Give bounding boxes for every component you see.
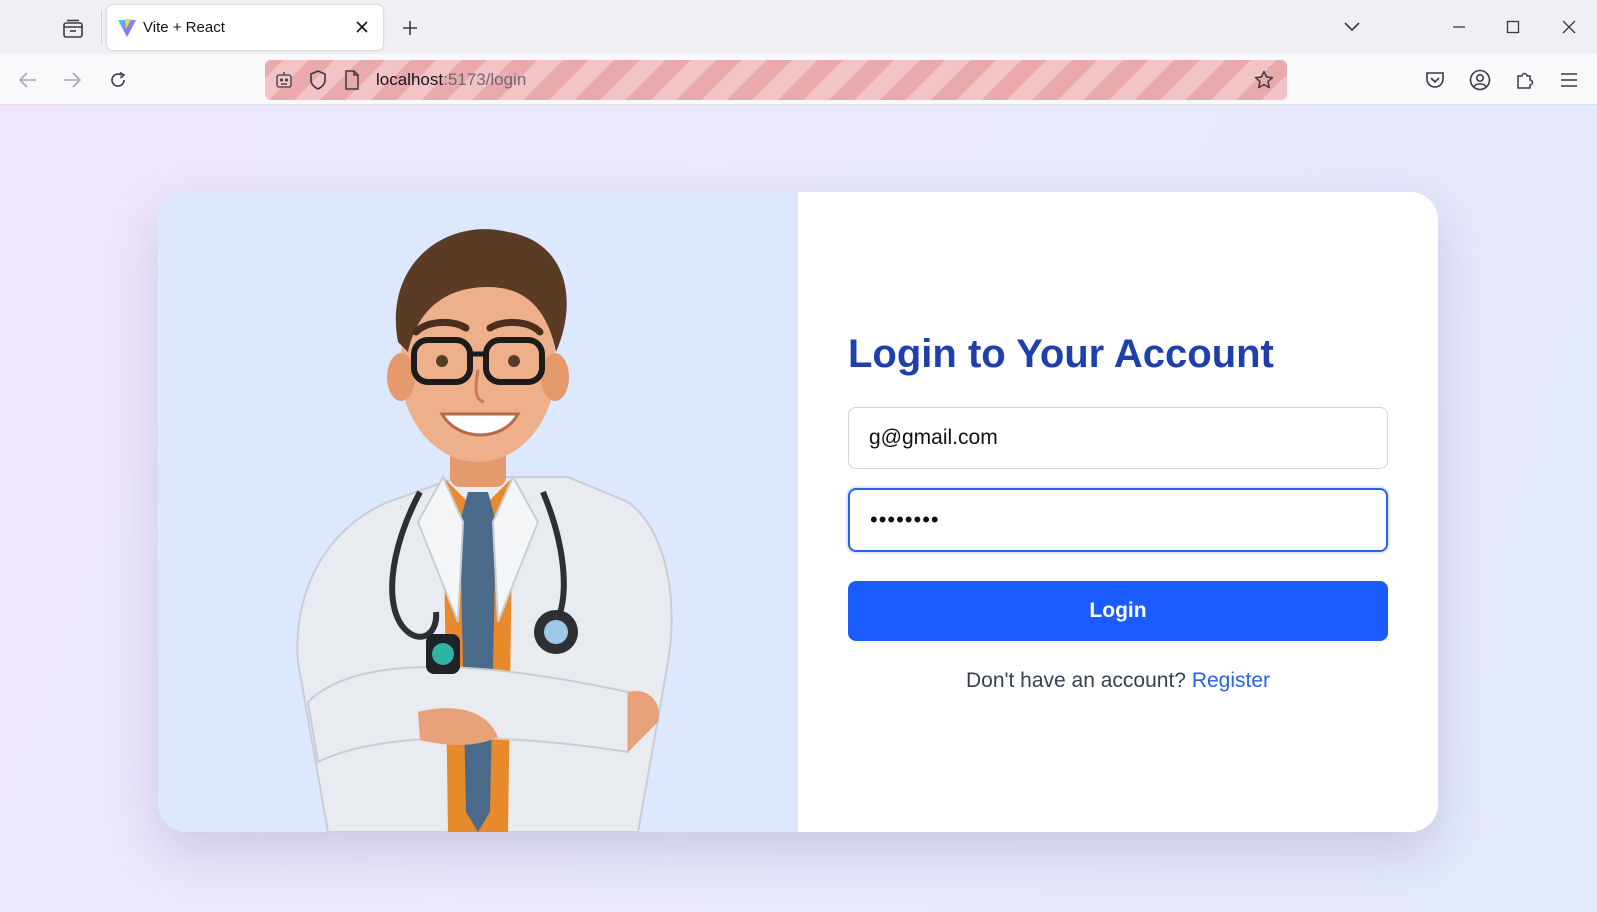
- shield-icon[interactable]: [307, 69, 329, 91]
- doctor-illustration: [296, 229, 673, 832]
- tab-strip-divider: [101, 10, 102, 44]
- doctor-illustration-panel: [158, 192, 798, 832]
- forward-arrow-icon[interactable]: [56, 64, 88, 96]
- register-prompt-text: Don't have an account?: [965, 669, 1186, 692]
- browser-nav-bar: localhost:5173/login: [0, 54, 1597, 105]
- chevron-down-icon[interactable]: [1335, 10, 1369, 44]
- email-field[interactable]: [848, 407, 1388, 469]
- browser-tab-active[interactable]: Vite + React: [107, 5, 383, 50]
- vite-logo-icon: [117, 18, 137, 38]
- tab-title: Vite + React: [143, 19, 225, 36]
- url-text[interactable]: localhost:5173/login: [376, 70, 526, 90]
- register-link[interactable]: Register: [1192, 669, 1270, 692]
- window-close-icon[interactable]: [1552, 10, 1586, 44]
- login-button[interactable]: Login: [848, 581, 1388, 641]
- pocket-icon[interactable]: [1419, 64, 1451, 96]
- minimize-icon[interactable]: [1442, 10, 1476, 44]
- account-icon[interactable]: [1464, 64, 1496, 96]
- login-form-panel: Login to Your Account Login Don't have a…: [798, 192, 1438, 832]
- hamburger-menu-icon[interactable]: [1553, 64, 1585, 96]
- new-tab-plus-icon[interactable]: [396, 14, 424, 42]
- login-card: Login to Your Account Login Don't have a…: [158, 192, 1438, 832]
- password-field[interactable]: [848, 488, 1388, 552]
- tab-list-icon[interactable]: [58, 14, 88, 44]
- puzzle-icon[interactable]: [1509, 64, 1541, 96]
- reload-icon[interactable]: [102, 64, 134, 96]
- browser-tab-strip: Vite + React: [0, 0, 1597, 54]
- robot-icon[interactable]: [273, 69, 295, 91]
- tab-close-icon[interactable]: [351, 16, 373, 38]
- url-bar[interactable]: localhost:5173/login: [265, 60, 1287, 100]
- star-icon[interactable]: [1253, 69, 1275, 91]
- login-title: Login to Your Account: [848, 332, 1274, 376]
- page-viewport: Login to Your Account Login Don't have a…: [0, 105, 1597, 912]
- url-host: localhost: [376, 70, 444, 89]
- back-arrow-icon[interactable]: [12, 64, 44, 96]
- register-prompt-row: Don't have an account? Register: [848, 669, 1388, 693]
- page-icon[interactable]: [341, 69, 363, 91]
- maximize-icon[interactable]: [1496, 10, 1530, 44]
- url-path: :5173/login: [443, 70, 527, 89]
